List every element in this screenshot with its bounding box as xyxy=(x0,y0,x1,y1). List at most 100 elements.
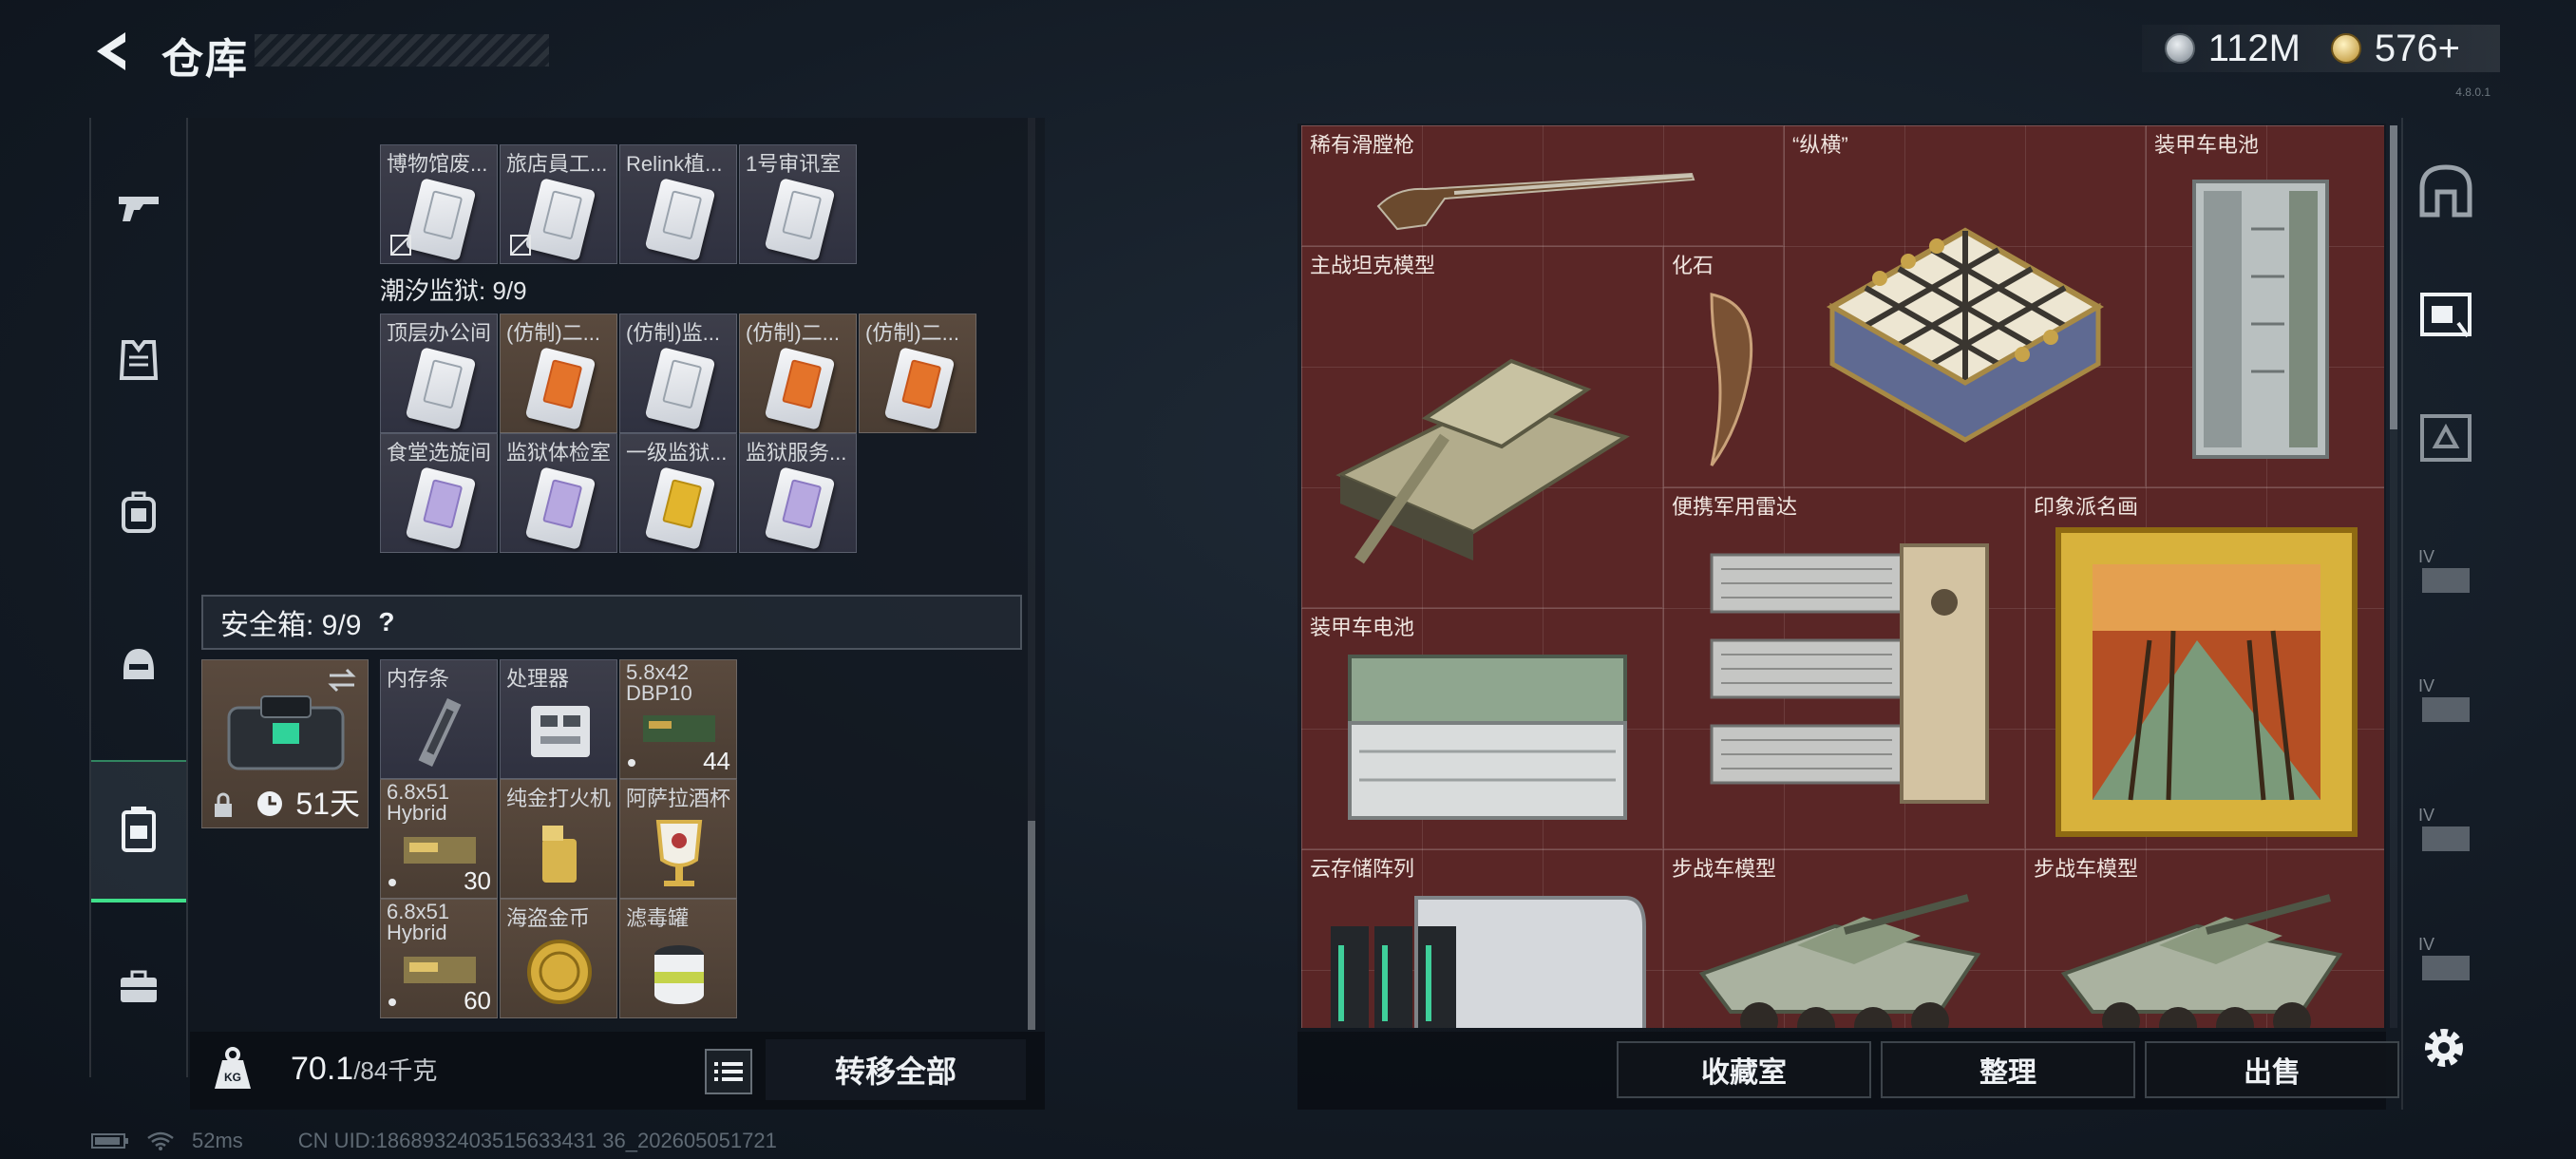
collection-stash-grid: 稀有滑膛枪 “纵横” 装甲车电池 主战坦克模型 化石 便携军用雷达 印象派名画 … xyxy=(1301,125,2384,1028)
keycard-slot[interactable]: 食堂选旋间 xyxy=(380,433,498,553)
ifv-model-icon xyxy=(2060,894,2343,1028)
stash-scrollbar[interactable] xyxy=(2390,125,2397,1028)
keycard-slot[interactable]: (仿制)二... xyxy=(739,314,857,433)
title-decoration xyxy=(255,34,549,66)
safe-item-slot[interactable]: 6.8x51 Hybrid 30 xyxy=(380,779,498,899)
sidebar-item-weapons[interactable] xyxy=(91,137,186,279)
keycard-slot[interactable]: (仿制)二... xyxy=(859,314,976,433)
backpack-icon xyxy=(122,491,156,533)
armored-battery-icon xyxy=(2192,180,2329,459)
keycard-icon xyxy=(524,466,597,550)
keycard-slot[interactable]: (仿制)二... xyxy=(500,314,617,433)
stash-item[interactable]: 装甲车电池 xyxy=(1301,608,1663,849)
stash-scroll-thumb[interactable] xyxy=(2390,125,2397,429)
keycard-slot[interactable]: 监狱体检室 xyxy=(500,433,617,553)
vault-arch-icon[interactable] xyxy=(2416,162,2475,220)
gold-coin-item-icon xyxy=(527,940,592,1004)
transfer-all-button[interactable]: 转移全部 xyxy=(766,1039,1026,1100)
stash-item[interactable]: “纵横” xyxy=(1784,125,2146,487)
keycard-slot[interactable]: 1号审讯室 xyxy=(739,144,857,264)
settings-gear-icon[interactable] xyxy=(2418,1022,2470,1074)
stash-item[interactable]: 主战坦克模型 xyxy=(1301,246,1663,608)
svg-text:IV: IV xyxy=(2418,935,2434,954)
svg-text:KG: KG xyxy=(224,1071,241,1084)
trophy-shelf-icon[interactable] xyxy=(2416,408,2475,467)
stash-item[interactable]: 装甲车电池 xyxy=(2146,125,2384,487)
right-stash-sidebar: IV IV IV IV xyxy=(2401,118,2485,1110)
safe-item-slot[interactable]: 6.8x51 Hybrid 60 xyxy=(380,899,498,1018)
scroll-thumb[interactable] xyxy=(1028,821,1035,1030)
weight-readout: 70.1/84千克 xyxy=(291,1051,437,1088)
processor-icon xyxy=(531,706,590,757)
rarity-dot xyxy=(388,879,396,886)
keycard-icon xyxy=(644,466,716,550)
briefcase-icon xyxy=(121,970,157,1002)
gun-icon xyxy=(119,197,159,221)
safe-item-slot[interactable]: 处理器 xyxy=(500,659,617,779)
stash-item[interactable]: 步战车模型 xyxy=(1663,849,2025,1028)
stash-item[interactable]: 云存储阵列 xyxy=(1301,849,1663,1028)
safe-item-slot[interactable]: 5.8x42 DBP10 44 xyxy=(619,659,737,779)
keycard-icon xyxy=(524,178,597,261)
display-case-icon[interactable] xyxy=(2416,285,2475,344)
page-title: 仓库 xyxy=(161,36,249,83)
list-icon xyxy=(714,1062,743,1081)
gold-balance[interactable]: 576+ xyxy=(2375,28,2460,70)
armored-battery-icon xyxy=(1348,655,1627,820)
sidebar-item-safe-case[interactable] xyxy=(91,760,186,902)
keycard-slot[interactable]: (仿制)监... xyxy=(619,314,737,433)
ifv-model-icon xyxy=(1698,894,1981,1028)
keycard-icon xyxy=(644,178,716,261)
keycard-icon xyxy=(405,347,477,430)
safe-days-remaining: 51天 xyxy=(295,787,360,821)
safe-item-slot[interactable]: 海盗金币 xyxy=(500,899,617,1018)
keycard-slot[interactable]: 一级监狱... xyxy=(619,433,737,553)
ping-readout: 52ms xyxy=(192,1129,243,1152)
sell-button[interactable]: 出售 xyxy=(2145,1041,2399,1098)
unavailable-icon xyxy=(510,235,531,256)
musket-icon xyxy=(1376,172,1695,231)
help-button[interactable]: ? xyxy=(378,607,394,637)
sidebar-item-backpack[interactable] xyxy=(91,441,186,583)
level4-shelf-icon[interactable]: IV xyxy=(2416,798,2475,857)
keycard-slot[interactable]: 监狱服务... xyxy=(739,433,857,553)
inventory-scrollbar[interactable] xyxy=(1028,118,1035,1030)
stash-item[interactable]: 稀有滑膛枪 xyxy=(1301,125,1784,246)
level4-shelf-icon[interactable]: IV xyxy=(2416,927,2475,986)
tank-model-icon xyxy=(1335,358,1630,564)
keycard-slot[interactable]: 旅店員工... xyxy=(500,144,617,264)
safe-case-icon xyxy=(122,807,156,852)
keycard-slot[interactable]: 博物馆废... xyxy=(380,144,498,264)
keycard-slot[interactable]: 顶层办公间 xyxy=(380,314,498,433)
clock-icon xyxy=(257,791,282,816)
sort-button[interactable]: 整理 xyxy=(1881,1041,2135,1098)
level4-shelf-icon[interactable]: IV xyxy=(2416,669,2475,728)
item-count: 44 xyxy=(703,747,730,775)
swap-icon[interactable] xyxy=(326,666,358,694)
safe-item-slot[interactable]: 纯金打火机 xyxy=(500,779,617,899)
svg-text:IV: IV xyxy=(2418,806,2434,825)
impressionist-painting-icon xyxy=(2055,527,2358,837)
list-view-button[interactable] xyxy=(705,1049,752,1094)
collection-room-button[interactable]: 收藏室 xyxy=(1617,1041,1871,1098)
safe-container-slot[interactable]: 51天 xyxy=(201,659,369,828)
version-label: 4.8.0.1 xyxy=(2455,86,2491,99)
prison-section-label: 潮汐监狱: 9/9 xyxy=(380,276,527,305)
stash-item[interactable]: 步战车模型 xyxy=(2025,849,2384,1028)
safe-item-slot[interactable]: 滤毒罐 xyxy=(619,899,737,1018)
stash-item[interactable]: 便携军用雷达 xyxy=(1663,487,2025,849)
safe-item-slot[interactable]: 阿萨拉酒杯 xyxy=(619,779,737,899)
weight-max: /84千克 xyxy=(353,1056,438,1085)
level4-shelf-icon[interactable]: IV xyxy=(2416,540,2475,598)
sidebar-item-armor[interactable] xyxy=(91,289,186,431)
stash-item[interactable]: 印象派名画 xyxy=(2025,487,2384,849)
safe-item-slot[interactable]: 内存条 xyxy=(380,659,498,779)
rarity-dot xyxy=(628,759,635,767)
ammo-box-icon xyxy=(643,715,715,742)
svg-text:IV: IV xyxy=(2418,547,2434,566)
stash-item[interactable]: 化石 xyxy=(1663,246,1784,487)
sidebar-item-helmet[interactable] xyxy=(91,593,186,735)
sidebar-item-briefcase[interactable] xyxy=(91,916,186,1058)
keycard-slot[interactable]: Relink植... xyxy=(619,144,737,264)
back-arrow-icon[interactable] xyxy=(87,27,137,76)
